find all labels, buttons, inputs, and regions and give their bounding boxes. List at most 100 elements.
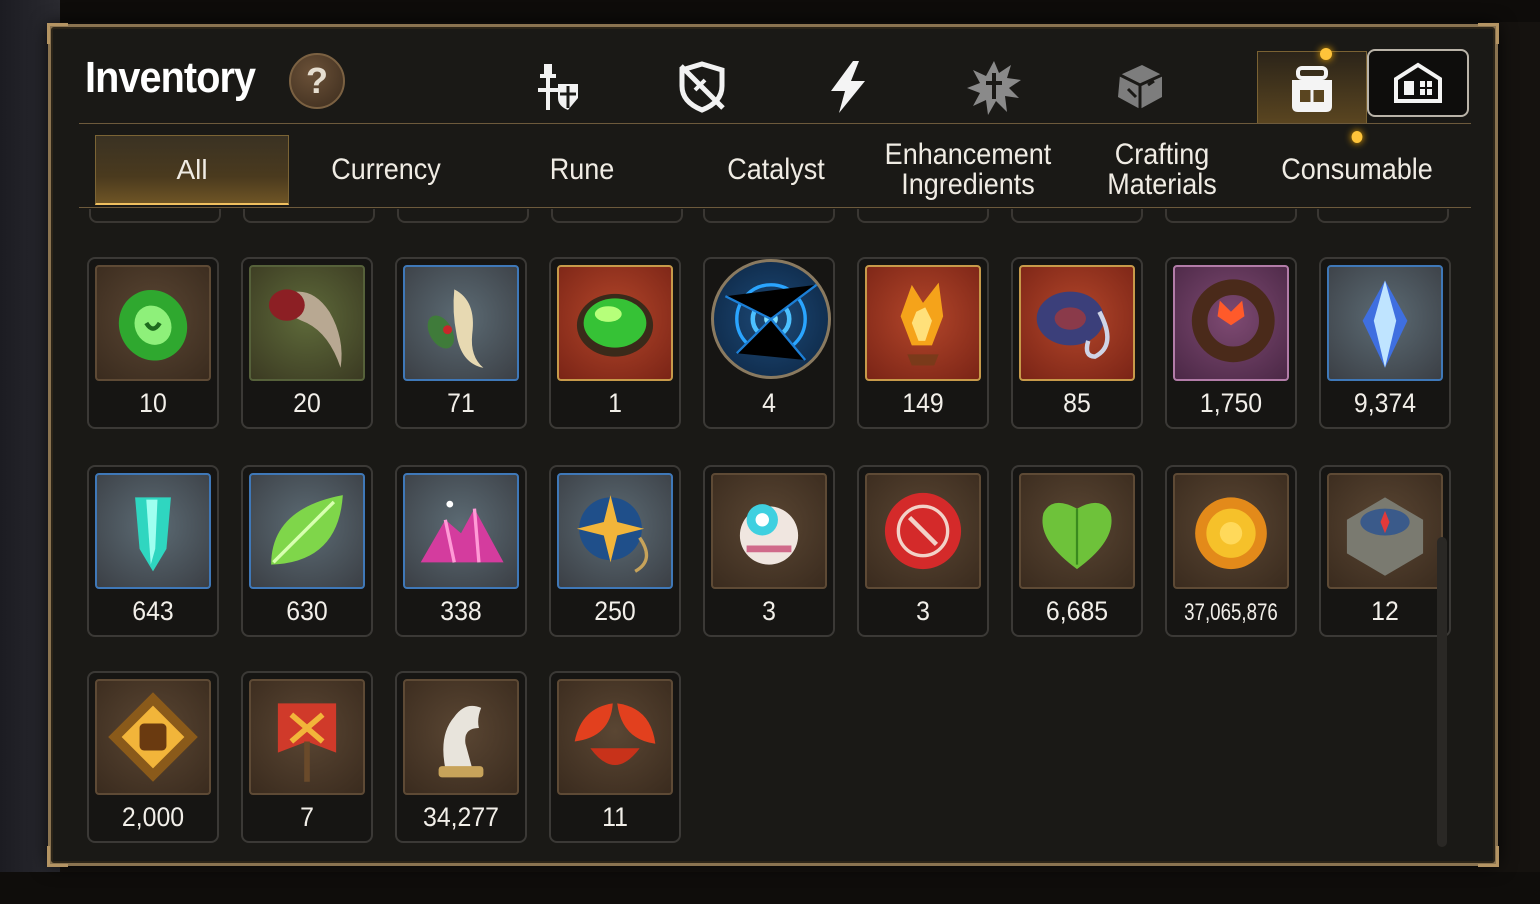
frame-corner: [47, 23, 68, 44]
item-count: 37,065,876: [1184, 599, 1278, 626]
filter-label: Currency: [331, 153, 441, 186]
tab-backpack[interactable]: [1257, 48, 1367, 123]
house-icon: [1394, 62, 1442, 103]
tab-gear[interactable]: [501, 51, 611, 123]
green-heart-icon: [1042, 502, 1112, 570]
filter-all[interactable]: All: [95, 135, 289, 205]
filter-label: Crafting Materials: [1107, 138, 1217, 201]
item-slot[interactable]: 643: [87, 465, 219, 637]
filter-label: Catalyst: [727, 153, 825, 186]
item-frame: [1019, 265, 1135, 381]
item-slot[interactable]: 11: [549, 671, 681, 843]
partial-slot: [551, 209, 683, 223]
item-slot[interactable]: 4: [703, 257, 835, 429]
jade-gem-icon: [118, 289, 188, 361]
scrollbar[interactable]: [1437, 537, 1447, 847]
item-slot[interactable]: 12: [1319, 465, 1451, 637]
item-slot[interactable]: 85: [1011, 257, 1143, 429]
item-slot[interactable]: 71: [395, 257, 527, 429]
housing-button[interactable]: [1367, 49, 1469, 117]
item-frame: [865, 473, 981, 589]
item-frame: [1327, 265, 1443, 381]
filter-divider: [79, 207, 1471, 208]
item-count: 11: [602, 802, 628, 832]
item-count: 2,000: [121, 802, 185, 832]
partial-slot: [703, 209, 835, 223]
filter-consumable[interactable]: Consumable: [1267, 131, 1447, 205]
item-frame: [95, 473, 211, 589]
help-button[interactable]: ?: [289, 53, 345, 109]
filter-label: Consumable: [1281, 153, 1433, 186]
item-slot[interactable]: 7: [241, 671, 373, 843]
red-leaf-icon: [574, 703, 656, 765]
item-frame: [1173, 265, 1289, 381]
splash-icon: [967, 61, 1021, 115]
gold-coin-icon: [1195, 497, 1267, 570]
item-slot[interactable]: 3: [703, 465, 835, 637]
item-slot[interactable]: 630: [241, 465, 373, 637]
item-slot[interactable]: 149: [857, 257, 989, 429]
backpack-icon: [1292, 65, 1332, 112]
partial-slot: [243, 209, 375, 223]
frame-corner: [1478, 23, 1499, 44]
star-charm-icon: [576, 495, 649, 573]
lightning-icon: [831, 61, 865, 113]
item-frame: [95, 679, 211, 795]
knight-shield-icon: [538, 64, 578, 110]
item-frame: [865, 265, 981, 381]
horse-knight-icon: [438, 705, 484, 778]
item-frame: [711, 259, 831, 379]
item-count: 34,277: [423, 802, 499, 832]
item-count: 10: [139, 388, 167, 418]
filter-catalyst[interactable]: Catalyst: [691, 135, 862, 205]
background-top-bar: [0, 0, 1540, 22]
item-slot[interactable]: 9,374: [1319, 257, 1451, 429]
item-count: 3: [916, 596, 930, 626]
item-slot[interactable]: 2,000: [87, 671, 219, 843]
item-count: 6,685: [1045, 596, 1109, 626]
item-slot[interactable]: 37,065,876: [1165, 465, 1297, 637]
item-count: 1: [608, 388, 622, 418]
teal-crystal-icon: [135, 497, 171, 572]
item-slot[interactable]: 1,750: [1165, 257, 1297, 429]
tab-artifact[interactable]: [647, 51, 757, 123]
item-slot[interactable]: 338: [395, 465, 527, 637]
filter-currency[interactable]: Currency: [301, 135, 472, 205]
partial-slot: [397, 209, 529, 223]
tab-crate[interactable]: [1085, 51, 1195, 123]
tab-splash[interactable]: [939, 51, 1049, 123]
item-slot[interactable]: 250: [549, 465, 681, 637]
item-count: 3: [762, 596, 776, 626]
item-frame: [95, 265, 211, 381]
background-bottom-bar: [0, 872, 1540, 904]
item-frame: [403, 473, 519, 589]
tab-lightning[interactable]: [793, 51, 903, 123]
blue-rune-disc-icon: [724, 283, 818, 361]
filter-enhancement-ingredients[interactable]: Enhancement Ingredients: [883, 135, 1054, 205]
item-slot[interactable]: 10: [87, 257, 219, 429]
item-slot[interactable]: 1: [549, 257, 681, 429]
header-divider: [79, 123, 1471, 124]
blue-crystal-icon: [1362, 280, 1408, 368]
item-frame: [1173, 473, 1289, 589]
filter-rune[interactable]: Rune: [497, 135, 668, 205]
item-count: 250: [594, 596, 636, 626]
item-count: 12: [1371, 596, 1399, 626]
filter-crafting-materials[interactable]: Crafting Materials: [1077, 135, 1248, 205]
partial-slot: [1317, 209, 1449, 223]
frame-corner: [1478, 846, 1499, 867]
red-banner-icon: [277, 703, 337, 782]
item-frame: [403, 265, 519, 381]
filter-label: Enhancement Ingredients: [884, 138, 1052, 201]
item-frame: [557, 679, 673, 795]
item-frame: [1019, 473, 1135, 589]
item-slot[interactable]: 34,277: [395, 671, 527, 843]
inventory-panel: Inventory ? All Currency Rune Catalyst E…: [47, 23, 1499, 867]
item-count: 4: [762, 388, 776, 418]
item-count: 1,750: [1199, 388, 1263, 418]
item-slot[interactable]: 3: [857, 465, 989, 637]
crate-icon: [1118, 65, 1163, 109]
item-count: 71: [447, 388, 475, 418]
item-slot[interactable]: 20: [241, 257, 373, 429]
item-slot[interactable]: 6,685: [1011, 465, 1143, 637]
